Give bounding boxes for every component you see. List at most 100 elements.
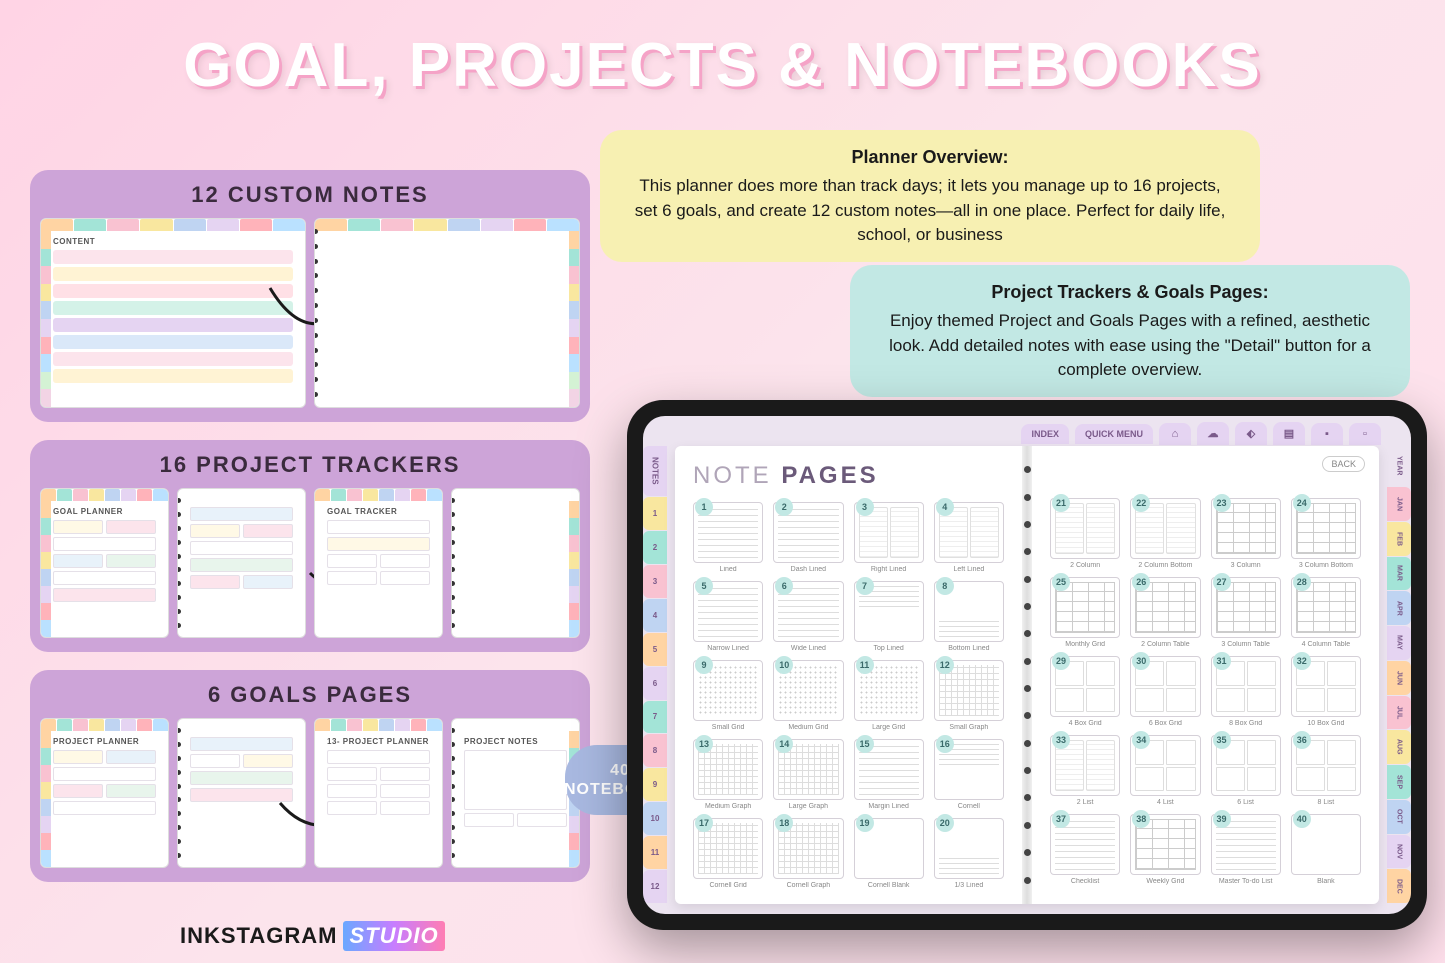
note-page-template[interactable]: 16Cornell: [934, 739, 1004, 810]
brand-studio: STUDIO: [343, 921, 444, 951]
note-page-template[interactable]: 4Left Lined: [934, 502, 1004, 573]
home-icon[interactable]: ⌂: [1159, 423, 1191, 445]
brand-logo: INKSTAGRAM STUDIO: [180, 921, 445, 951]
stats-icon[interactable]: ▪: [1311, 423, 1343, 445]
note-pages-grid-left: 1Lined2Dash Lined3Right Lined4Left Lined…: [693, 502, 1004, 889]
note-page-template[interactable]: 12Small Graph: [934, 660, 1004, 731]
note-page-template[interactable]: 37Checklist: [1050, 814, 1120, 885]
month-tab[interactable]: JUL: [1387, 696, 1411, 730]
template-number: 40: [1293, 810, 1311, 828]
note-page-template[interactable]: 19Cornell Blank: [854, 818, 924, 889]
note-page-template[interactable]: 18Cornell Graph: [773, 818, 843, 889]
template-label: Checklist: [1050, 878, 1120, 885]
cloud-icon[interactable]: ☁: [1197, 422, 1229, 445]
month-tab[interactable]: OCT: [1387, 800, 1411, 834]
section-title: 16 PROJECT TRACKERS: [40, 452, 580, 478]
note-page-template[interactable]: 3Right Lined: [854, 502, 924, 573]
month-tab[interactable]: MAR: [1387, 557, 1411, 591]
month-tab[interactable]: FEB: [1387, 522, 1411, 556]
month-tab[interactable]: SEP: [1387, 765, 1411, 799]
side-tab-num[interactable]: 8: [643, 734, 667, 767]
template-label: 2 List: [1050, 799, 1120, 806]
note-page-template[interactable]: 14Large Graph: [773, 739, 843, 810]
book-icon[interactable]: ▤: [1273, 422, 1305, 445]
month-tab[interactable]: AUG: [1387, 730, 1411, 764]
month-tab[interactable]: DEC: [1387, 869, 1411, 903]
template-label: Large Grid: [854, 724, 924, 731]
note-page-template[interactable]: 7Top Lined: [854, 581, 924, 652]
month-tab[interactable]: JUN: [1387, 661, 1411, 695]
template-number: 1: [695, 498, 713, 516]
page-goal-tracker: GOAL TRACKER: [314, 488, 443, 638]
page-project-planner: PROJECT PLANNER: [40, 718, 169, 868]
template-label: Left Lined: [934, 566, 1004, 573]
note-page-template[interactable]: 273 Column Table: [1211, 577, 1281, 648]
section-title: 6 GOALS PAGES: [40, 682, 580, 708]
note-page-template[interactable]: 306 Box Grid: [1130, 656, 1200, 727]
note-page-template[interactable]: 10Medium Grid: [773, 660, 843, 731]
notebook-spread: GOAL PLANNER GOAL TRACKER: [40, 488, 580, 638]
nav-tab-quick-menu[interactable]: QUICK MENU: [1075, 424, 1153, 444]
note-page-template[interactable]: 11Large Grid: [854, 660, 924, 731]
note-page-template[interactable]: 25Monthly Grid: [1050, 577, 1120, 648]
note-page-template[interactable]: 40Blank: [1291, 814, 1361, 885]
month-tab[interactable]: NOV: [1387, 835, 1411, 869]
note-page-template[interactable]: 212 Column: [1050, 498, 1120, 569]
note-page-template[interactable]: 38Weekly Grid: [1130, 814, 1200, 885]
note-page-template[interactable]: 5Narrow Lined: [693, 581, 763, 652]
template-label: Blank: [1291, 878, 1361, 885]
month-tab[interactable]: APR: [1387, 591, 1411, 625]
note-page-template[interactable]: 8Bottom Lined: [934, 581, 1004, 652]
template-label: Margin Lined: [854, 803, 924, 810]
back-button[interactable]: BACK: [1322, 456, 1365, 472]
template-label: 2 Column: [1050, 562, 1120, 569]
note-page-template[interactable]: 332 List: [1050, 735, 1120, 806]
left-column: 12 CUSTOM NOTES CONTENT 16 PROJEC: [30, 170, 590, 900]
note-page-template[interactable]: 233 Column: [1211, 498, 1281, 569]
notebook-spread: CONTENT: [40, 218, 580, 408]
note-page-template[interactable]: 284 Column Table: [1291, 577, 1361, 648]
note-icon[interactable]: ▫: [1349, 423, 1381, 445]
dumbbell-icon[interactable]: ⬖: [1235, 422, 1267, 445]
month-tab[interactable]: YEAR: [1387, 446, 1411, 486]
note-page-template[interactable]: 368 List: [1291, 735, 1361, 806]
note-page-template[interactable]: 344 List: [1130, 735, 1200, 806]
note-page-template[interactable]: 15Margin Lined: [854, 739, 924, 810]
callout-title: Project Trackers & Goals Pages:: [876, 279, 1384, 305]
note-page-template[interactable]: 294 Box Grid: [1050, 656, 1120, 727]
note-page-template[interactable]: 356 List: [1211, 735, 1281, 806]
side-tab-num[interactable]: 3: [643, 565, 667, 598]
note-page-template[interactable]: 39Master To-do List: [1211, 814, 1281, 885]
side-tab-num[interactable]: 4: [643, 599, 667, 632]
side-tab-num[interactable]: 5: [643, 633, 667, 666]
side-tab-num[interactable]: 1: [643, 497, 667, 530]
side-tab-num[interactable]: 12: [643, 870, 667, 903]
side-tab-num[interactable]: 10: [643, 802, 667, 835]
side-tab-num[interactable]: 6: [643, 667, 667, 700]
side-tab-num[interactable]: 9: [643, 768, 667, 801]
note-page-template[interactable]: 243 Column Bottom: [1291, 498, 1361, 569]
note-page-template[interactable]: 6Wide Lined: [773, 581, 843, 652]
note-page-template[interactable]: 13Medium Graph: [693, 739, 763, 810]
side-tab-notes[interactable]: NOTES: [643, 446, 667, 496]
note-page-template[interactable]: 262 Column Table: [1130, 577, 1200, 648]
left-page: NOTE PAGES 1Lined2Dash Lined3Right Lined…: [675, 446, 1022, 904]
side-tab-num[interactable]: 11: [643, 836, 667, 869]
content-stripes: [53, 250, 293, 383]
page-goal-planner: GOAL PLANNER: [40, 488, 169, 638]
note-page-template[interactable]: 222 Column Bottom: [1130, 498, 1200, 569]
overview-callout: Planner Overview: This planner does more…: [600, 130, 1260, 262]
side-tab-num[interactable]: 7: [643, 701, 667, 734]
note-page-template[interactable]: 318 Box Grid: [1211, 656, 1281, 727]
template-label: Dash Lined: [773, 566, 843, 573]
note-page-template[interactable]: 201/3 Lined: [934, 818, 1004, 889]
note-page-template[interactable]: 17Cornell Grid: [693, 818, 763, 889]
month-tab[interactable]: JAN: [1387, 487, 1411, 521]
note-page-template[interactable]: 2Dash Lined: [773, 502, 843, 573]
month-tab[interactable]: MAY: [1387, 626, 1411, 660]
nav-tab-index[interactable]: INDEX: [1021, 424, 1069, 444]
note-page-template[interactable]: 1Lined: [693, 502, 763, 573]
note-page-template[interactable]: 3210 Box Grid: [1291, 656, 1361, 727]
side-tab-num[interactable]: 2: [643, 531, 667, 564]
note-page-template[interactable]: 9Small Grid: [693, 660, 763, 731]
